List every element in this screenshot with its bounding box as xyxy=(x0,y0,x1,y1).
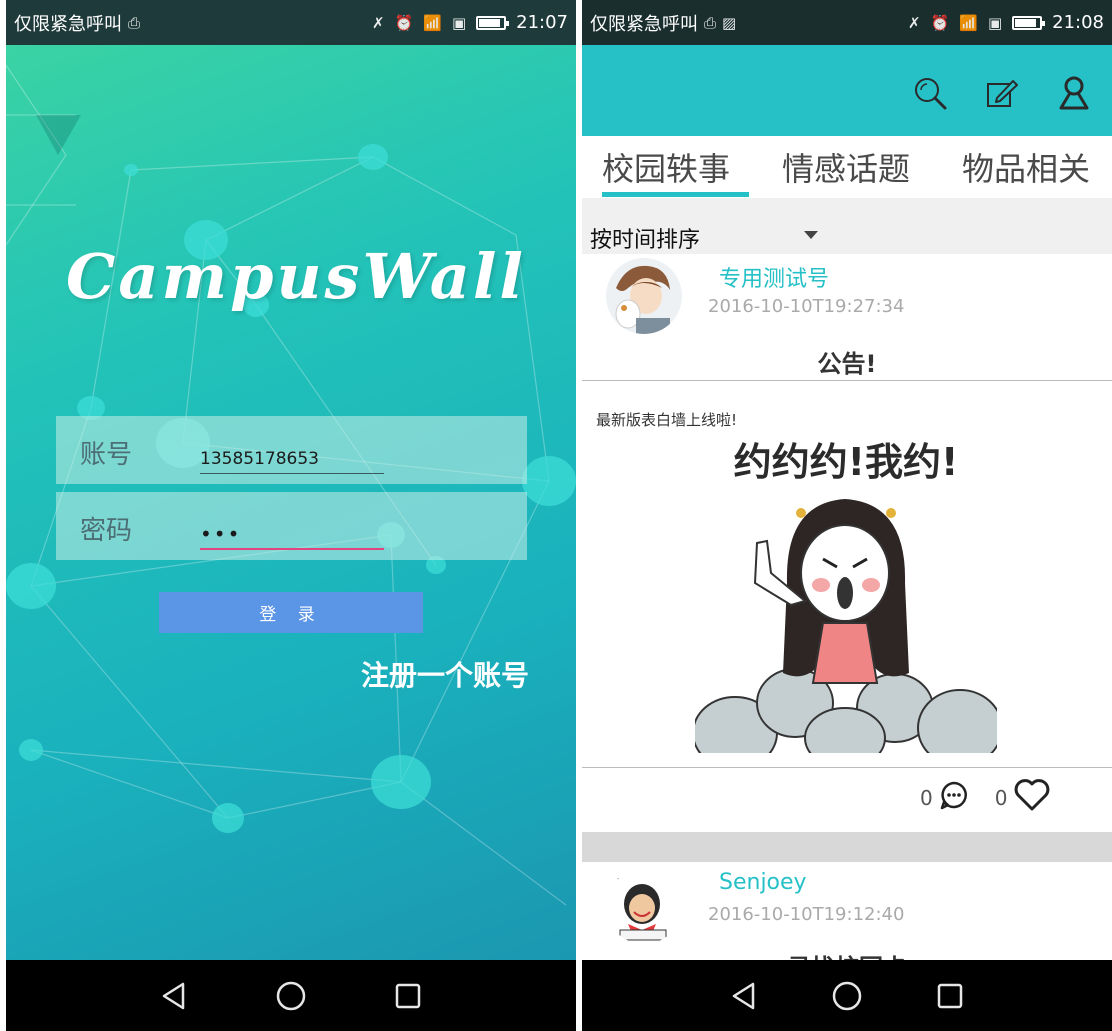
status-bar: 仅限紧急呼叫 ⎙ ✗ ⏰ 📶 ▣ 21:07 xyxy=(6,0,576,45)
search-icon[interactable] xyxy=(912,75,948,111)
post-divider xyxy=(582,832,1112,862)
alarm-icon: ⏰ xyxy=(394,13,414,32)
comment-icon[interactable] xyxy=(939,780,969,815)
carrier-text: 仅限紧急呼叫 xyxy=(14,13,122,35)
comment-count: 0 xyxy=(920,785,933,810)
post-body-text: 最新版表白墙上线啦! xyxy=(596,411,738,429)
sort-dropdown[interactable]: 按时间排序 xyxy=(582,198,1112,254)
post-image[interactable]: 约约约!我约! xyxy=(692,433,1003,770)
home-icon[interactable] xyxy=(271,981,311,1011)
notification-icon: ⎙ xyxy=(704,13,717,32)
clock: 21:08 xyxy=(1052,12,1104,33)
password-field: 密码 xyxy=(56,492,527,560)
post-card[interactable]: ✎ Senjoey 2016-10-10T19:12:40 寻找校园卡 xyxy=(582,862,1112,960)
login-button[interactable]: 登 录 xyxy=(159,592,423,633)
carrier-text: 仅限紧急呼叫 xyxy=(590,13,698,35)
post-title: 寻找校园卡 xyxy=(582,948,1112,960)
account-input[interactable] xyxy=(200,446,384,474)
like-count: 0 xyxy=(994,785,1008,810)
post-username[interactable]: 专用测试号 xyxy=(719,261,829,293)
wifi-icon: 📶 xyxy=(959,13,978,32)
user-icon[interactable] xyxy=(1056,75,1092,111)
category-tabs: 校园轶事 情感话题 物品相关 xyxy=(582,136,1112,198)
image-icon: ▨ xyxy=(722,13,737,32)
home-icon[interactable] xyxy=(827,981,867,1011)
image-caption: 约约约!我约! xyxy=(734,440,959,484)
active-tab-indicator xyxy=(602,192,749,197)
account-label: 账号 xyxy=(80,440,133,470)
dropdown-arrow-icon xyxy=(804,231,818,239)
alarm-icon: ⏰ xyxy=(930,13,950,32)
feed-screen: 仅限紧急呼叫 ⎙ ▨ ✗ ⏰ 📶 ▣ 21:08 校园轶事 情感话题 物品相关 … xyxy=(582,0,1112,1031)
clock: 21:07 xyxy=(516,12,568,33)
recents-icon[interactable] xyxy=(930,983,970,1009)
avatar[interactable] xyxy=(606,258,682,334)
mute-icon: ✗ xyxy=(371,13,385,32)
wifi-icon: 📶 xyxy=(423,13,442,32)
edit-icon[interactable] xyxy=(984,75,1020,111)
post-actions: 0 0 xyxy=(920,778,1051,817)
post-username[interactable]: Senjoey xyxy=(719,870,807,895)
app-toolbar xyxy=(582,45,1112,136)
password-label: 密码 xyxy=(80,516,133,546)
account-field: 账号 xyxy=(56,416,527,484)
mute-icon: ✗ xyxy=(907,13,921,32)
password-input[interactable] xyxy=(200,522,384,550)
post-timestamp: 2016-10-10T19:12:40 xyxy=(708,904,905,925)
post-timestamp: 2016-10-10T19:27:34 xyxy=(708,296,905,317)
post-title: 公告! xyxy=(817,350,877,378)
tab-items[interactable]: 物品相关 xyxy=(962,144,1090,190)
battery-icon xyxy=(476,15,510,30)
register-link[interactable]: 注册一个账号 xyxy=(361,654,529,694)
app-logo: CampusWall xyxy=(66,240,526,313)
login-background: CampusWall 账号 密码 登 录 注册一个账号 xyxy=(6,45,576,960)
post-content-card[interactable]: 最新版表白墙上线啦! 约约约!我约! xyxy=(582,380,1112,770)
recents-icon[interactable] xyxy=(388,983,428,1009)
svg-text:✎: ✎ xyxy=(612,873,620,883)
sim-icon: ▣ xyxy=(451,13,467,32)
heart-icon[interactable] xyxy=(1013,778,1051,817)
system-nav-bar xyxy=(582,960,1112,1031)
avatar[interactable]: ✎ xyxy=(606,868,682,944)
back-icon[interactable] xyxy=(724,982,764,1010)
login-screen: 仅限紧急呼叫 ⎙ ✗ ⏰ 📶 ▣ 21:07 CampusWall 账号 135… xyxy=(6,0,576,1031)
battery-icon xyxy=(1012,15,1046,30)
sim-icon: ▣ xyxy=(987,13,1003,32)
tab-emotional-topics[interactable]: 情感话题 xyxy=(782,144,910,190)
status-bar: 仅限紧急呼叫 ⎙ ▨ ✗ ⏰ 📶 ▣ 21:08 xyxy=(582,0,1112,45)
back-icon[interactable] xyxy=(154,982,194,1010)
tab-campus-stories[interactable]: 校园轶事 xyxy=(602,144,730,190)
notification-icon: ⎙ xyxy=(128,13,141,32)
system-nav-bar xyxy=(6,960,576,1031)
sort-label: 按时间排序 xyxy=(590,228,701,253)
